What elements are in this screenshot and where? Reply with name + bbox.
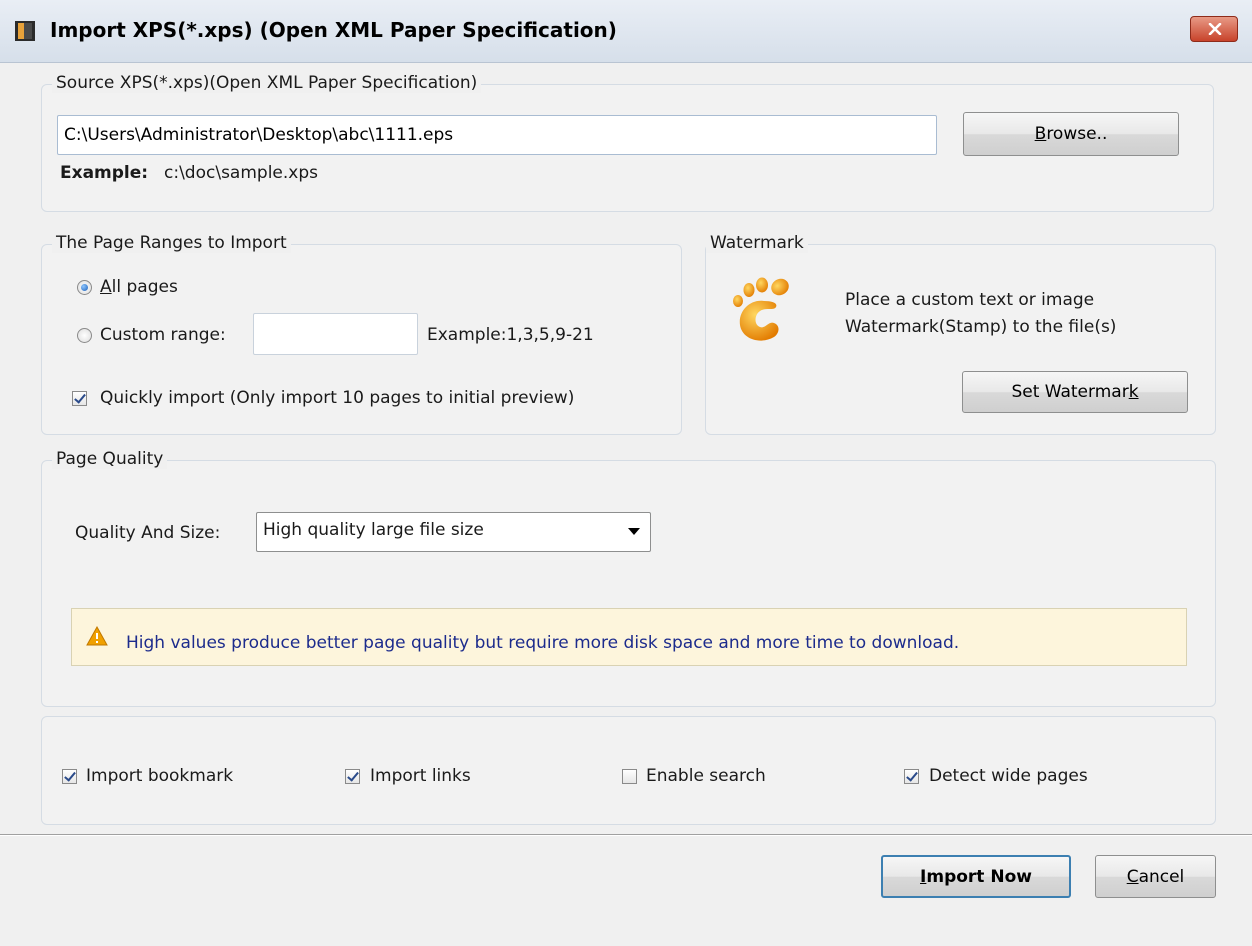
- watermark-group: Watermark Place a custom text or image W…: [705, 233, 1216, 435]
- watermark-description-line1: Place a custom text or image: [845, 290, 1095, 310]
- import-now-button[interactable]: Import Now: [881, 855, 1071, 898]
- cancel-label: ancel: [1138, 866, 1185, 887]
- enable-search-label[interactable]: Enable search: [646, 766, 766, 786]
- watermark-description-line2: Watermark(Stamp) to the file(s): [845, 317, 1117, 337]
- window-title: Import XPS(*.xps) (Open XML Paper Specif…: [50, 18, 617, 42]
- example-label: Example:: [60, 163, 149, 183]
- quick-import-label[interactable]: Quickly import (Only import 10 pages to …: [100, 388, 574, 408]
- import-links-checkbox[interactable]: [345, 769, 360, 784]
- footprint-logo-icon: [728, 277, 802, 352]
- browse-mnemonic: B: [1034, 124, 1047, 144]
- quality-size-selected: High quality large file size: [263, 520, 484, 540]
- import-bookmark-checkbox[interactable]: [62, 769, 77, 784]
- cancel-button[interactable]: Cancel: [1095, 855, 1216, 898]
- close-icon: [1208, 23, 1222, 35]
- custom-range-radio[interactable]: [77, 328, 92, 343]
- quick-import-checkbox[interactable]: [72, 391, 87, 406]
- app-logo-icon: [14, 20, 36, 42]
- options-group: Import bookmark Import links Enable sear…: [41, 716, 1216, 825]
- all-pages-text: ll pages: [111, 277, 178, 297]
- all-pages-radio[interactable]: [77, 280, 92, 295]
- quality-size-select[interactable]: High quality large file size: [256, 512, 651, 552]
- all-pages-label[interactable]: All pages: [100, 277, 178, 297]
- browse-label: rowse..: [1046, 124, 1108, 144]
- detect-wide-pages-label[interactable]: Detect wide pages: [929, 766, 1088, 786]
- chevron-down-icon: [628, 528, 640, 535]
- warning-box: High values produce better page quality …: [71, 608, 1187, 666]
- custom-range-label[interactable]: Custom range:: [100, 325, 226, 345]
- page-quality-group: Page Quality Quality And Size: High qual…: [41, 449, 1216, 707]
- import-bookmark-label[interactable]: Import bookmark: [86, 766, 233, 786]
- custom-range-input[interactable]: [253, 313, 418, 355]
- set-watermark-button[interactable]: Set Watermark: [962, 371, 1188, 413]
- set-watermark-mnemonic: k: [1128, 382, 1139, 402]
- close-button[interactable]: [1190, 16, 1238, 42]
- source-group: Source XPS(*.xps)(Open XML Paper Specifi…: [41, 73, 1214, 212]
- page-ranges-group: The Page Ranges to Import All pages Cust…: [41, 233, 682, 435]
- warning-text: High values produce better page quality …: [126, 633, 960, 653]
- all-pages-mnemonic: A: [100, 277, 112, 297]
- example-value: c:\doc\sample.xps: [164, 163, 318, 183]
- detect-wide-pages-checkbox[interactable]: [904, 769, 919, 784]
- set-watermark-label: Set Watermar: [1011, 382, 1129, 402]
- enable-search-checkbox[interactable]: [622, 769, 637, 784]
- browse-button[interactable]: Browse..: [963, 112, 1179, 156]
- cancel-mnemonic: C: [1126, 866, 1139, 887]
- quality-size-label: Quality And Size:: [75, 523, 221, 543]
- footer-separator: [0, 834, 1252, 836]
- warning-icon: [86, 625, 108, 651]
- import-links-label[interactable]: Import links: [370, 766, 471, 786]
- import-now-label: mport Now: [926, 866, 1032, 887]
- source-legend: Source XPS(*.xps)(Open XML Paper Specifi…: [52, 73, 482, 93]
- title-bar: Import XPS(*.xps) (Open XML Paper Specif…: [0, 0, 1252, 63]
- custom-range-example: Example:1,3,5,9-21: [427, 325, 594, 345]
- source-path-input[interactable]: [57, 115, 937, 155]
- page-quality-legend: Page Quality: [52, 449, 168, 469]
- watermark-legend: Watermark: [706, 233, 808, 253]
- page-ranges-legend: The Page Ranges to Import: [52, 233, 291, 253]
